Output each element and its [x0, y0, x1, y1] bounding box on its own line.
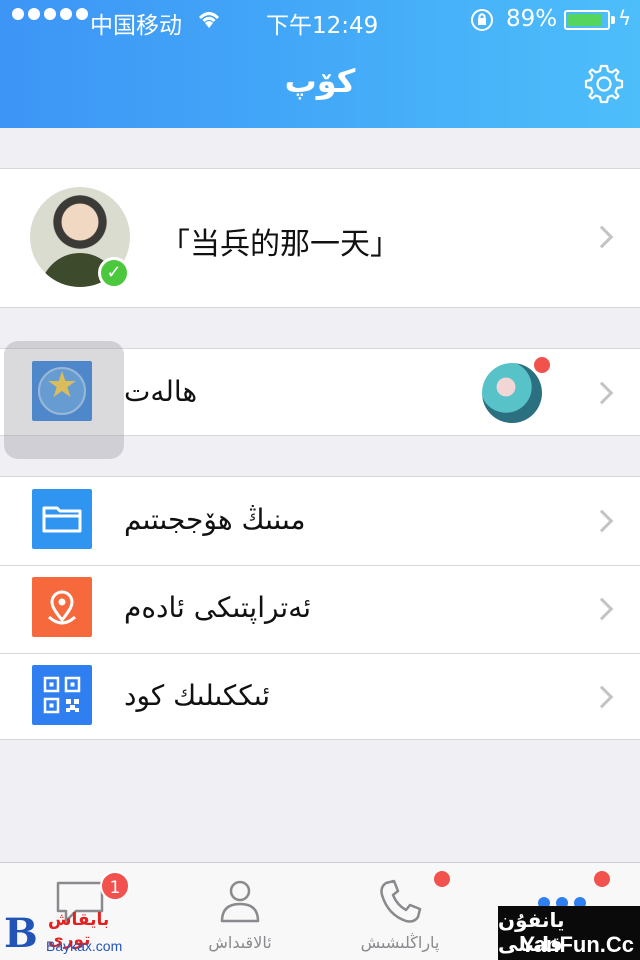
page-title: كۆپ [284, 62, 356, 100]
chevron-right-icon [590, 509, 614, 533]
verified-check-icon: ✓ [98, 257, 130, 289]
feed-thumbnail [482, 363, 542, 423]
folder-icon [32, 489, 92, 549]
list-item-qr-code[interactable]: ئىككىلىك كود [0, 653, 640, 741]
location-pin-icon [32, 577, 92, 637]
chevron-right-icon [590, 225, 614, 249]
chevron-right-icon [590, 597, 614, 621]
profile-card[interactable]: ✓ 「当兵的那一天」 [0, 168, 640, 308]
chevron-right-icon [590, 381, 614, 405]
clock: 下午12:49 [266, 13, 379, 39]
rotation-lock-icon [471, 9, 493, 31]
battery-tip [611, 16, 615, 24]
list-item-label: ئىككىلىك كود [124, 679, 271, 712]
new-dot-indicator [434, 871, 450, 887]
tab-label: ئالاقىداش [208, 933, 272, 952]
battery-fill [568, 14, 602, 26]
list-item-nearby-people[interactable]: ئەتراپتىكى ئادەم [0, 565, 640, 653]
top-header: 中国移动 下午12:49 89% ϟ كۆپ [0, 0, 640, 128]
list-item-label: ئەتراپتىكى ئادەم [124, 591, 312, 624]
signal-strength-icon [12, 8, 88, 20]
watermark-url: YanFun.Cc [520, 932, 634, 957]
tab-contacts[interactable]: ئالاقىداش [160, 863, 320, 960]
list-item-label: ھالەت [124, 375, 198, 408]
menu-group-tools: مىنىڭ ھۆججىتىم ئەتراپتىكى ئادەم ئىككىلىك… [0, 476, 640, 740]
person-icon [220, 880, 260, 923]
new-dot-indicator [594, 871, 610, 887]
unread-badge: 1 [100, 871, 130, 901]
watermark-yanfun-logo: يانفۇن قانىلى YanFun.Cc [498, 906, 640, 960]
tab-calls[interactable]: پاراڭلىشىش [320, 863, 480, 960]
pressed-highlight [4, 341, 124, 459]
qr-code-icon [32, 665, 92, 725]
carrier-name: 中国移动 [90, 13, 182, 39]
charging-bolt-icon: ϟ [618, 6, 632, 30]
list-item-my-files[interactable]: مىنىڭ ھۆججىتىم [0, 477, 640, 565]
watermark-url: Baykax.com [46, 938, 123, 954]
status-bar: 中国移动 下午12:49 89% ϟ [0, 0, 640, 40]
profile-name: 「当兵的那一天」 [160, 227, 400, 262]
wifi-icon [198, 12, 220, 28]
phone-icon [380, 879, 422, 923]
battery-percent: 89% [506, 6, 558, 32]
battery-icon [564, 10, 610, 30]
new-dot-indicator [534, 357, 550, 373]
watermark-baykax-logo: B بايقاش تورى Baykax.com [0, 906, 140, 960]
gear-icon[interactable] [582, 62, 626, 106]
list-item-label: مىنىڭ ھۆججىتىم [124, 503, 306, 536]
tab-label: پاراڭلىشىش [360, 933, 440, 952]
chevron-right-icon [590, 685, 614, 709]
